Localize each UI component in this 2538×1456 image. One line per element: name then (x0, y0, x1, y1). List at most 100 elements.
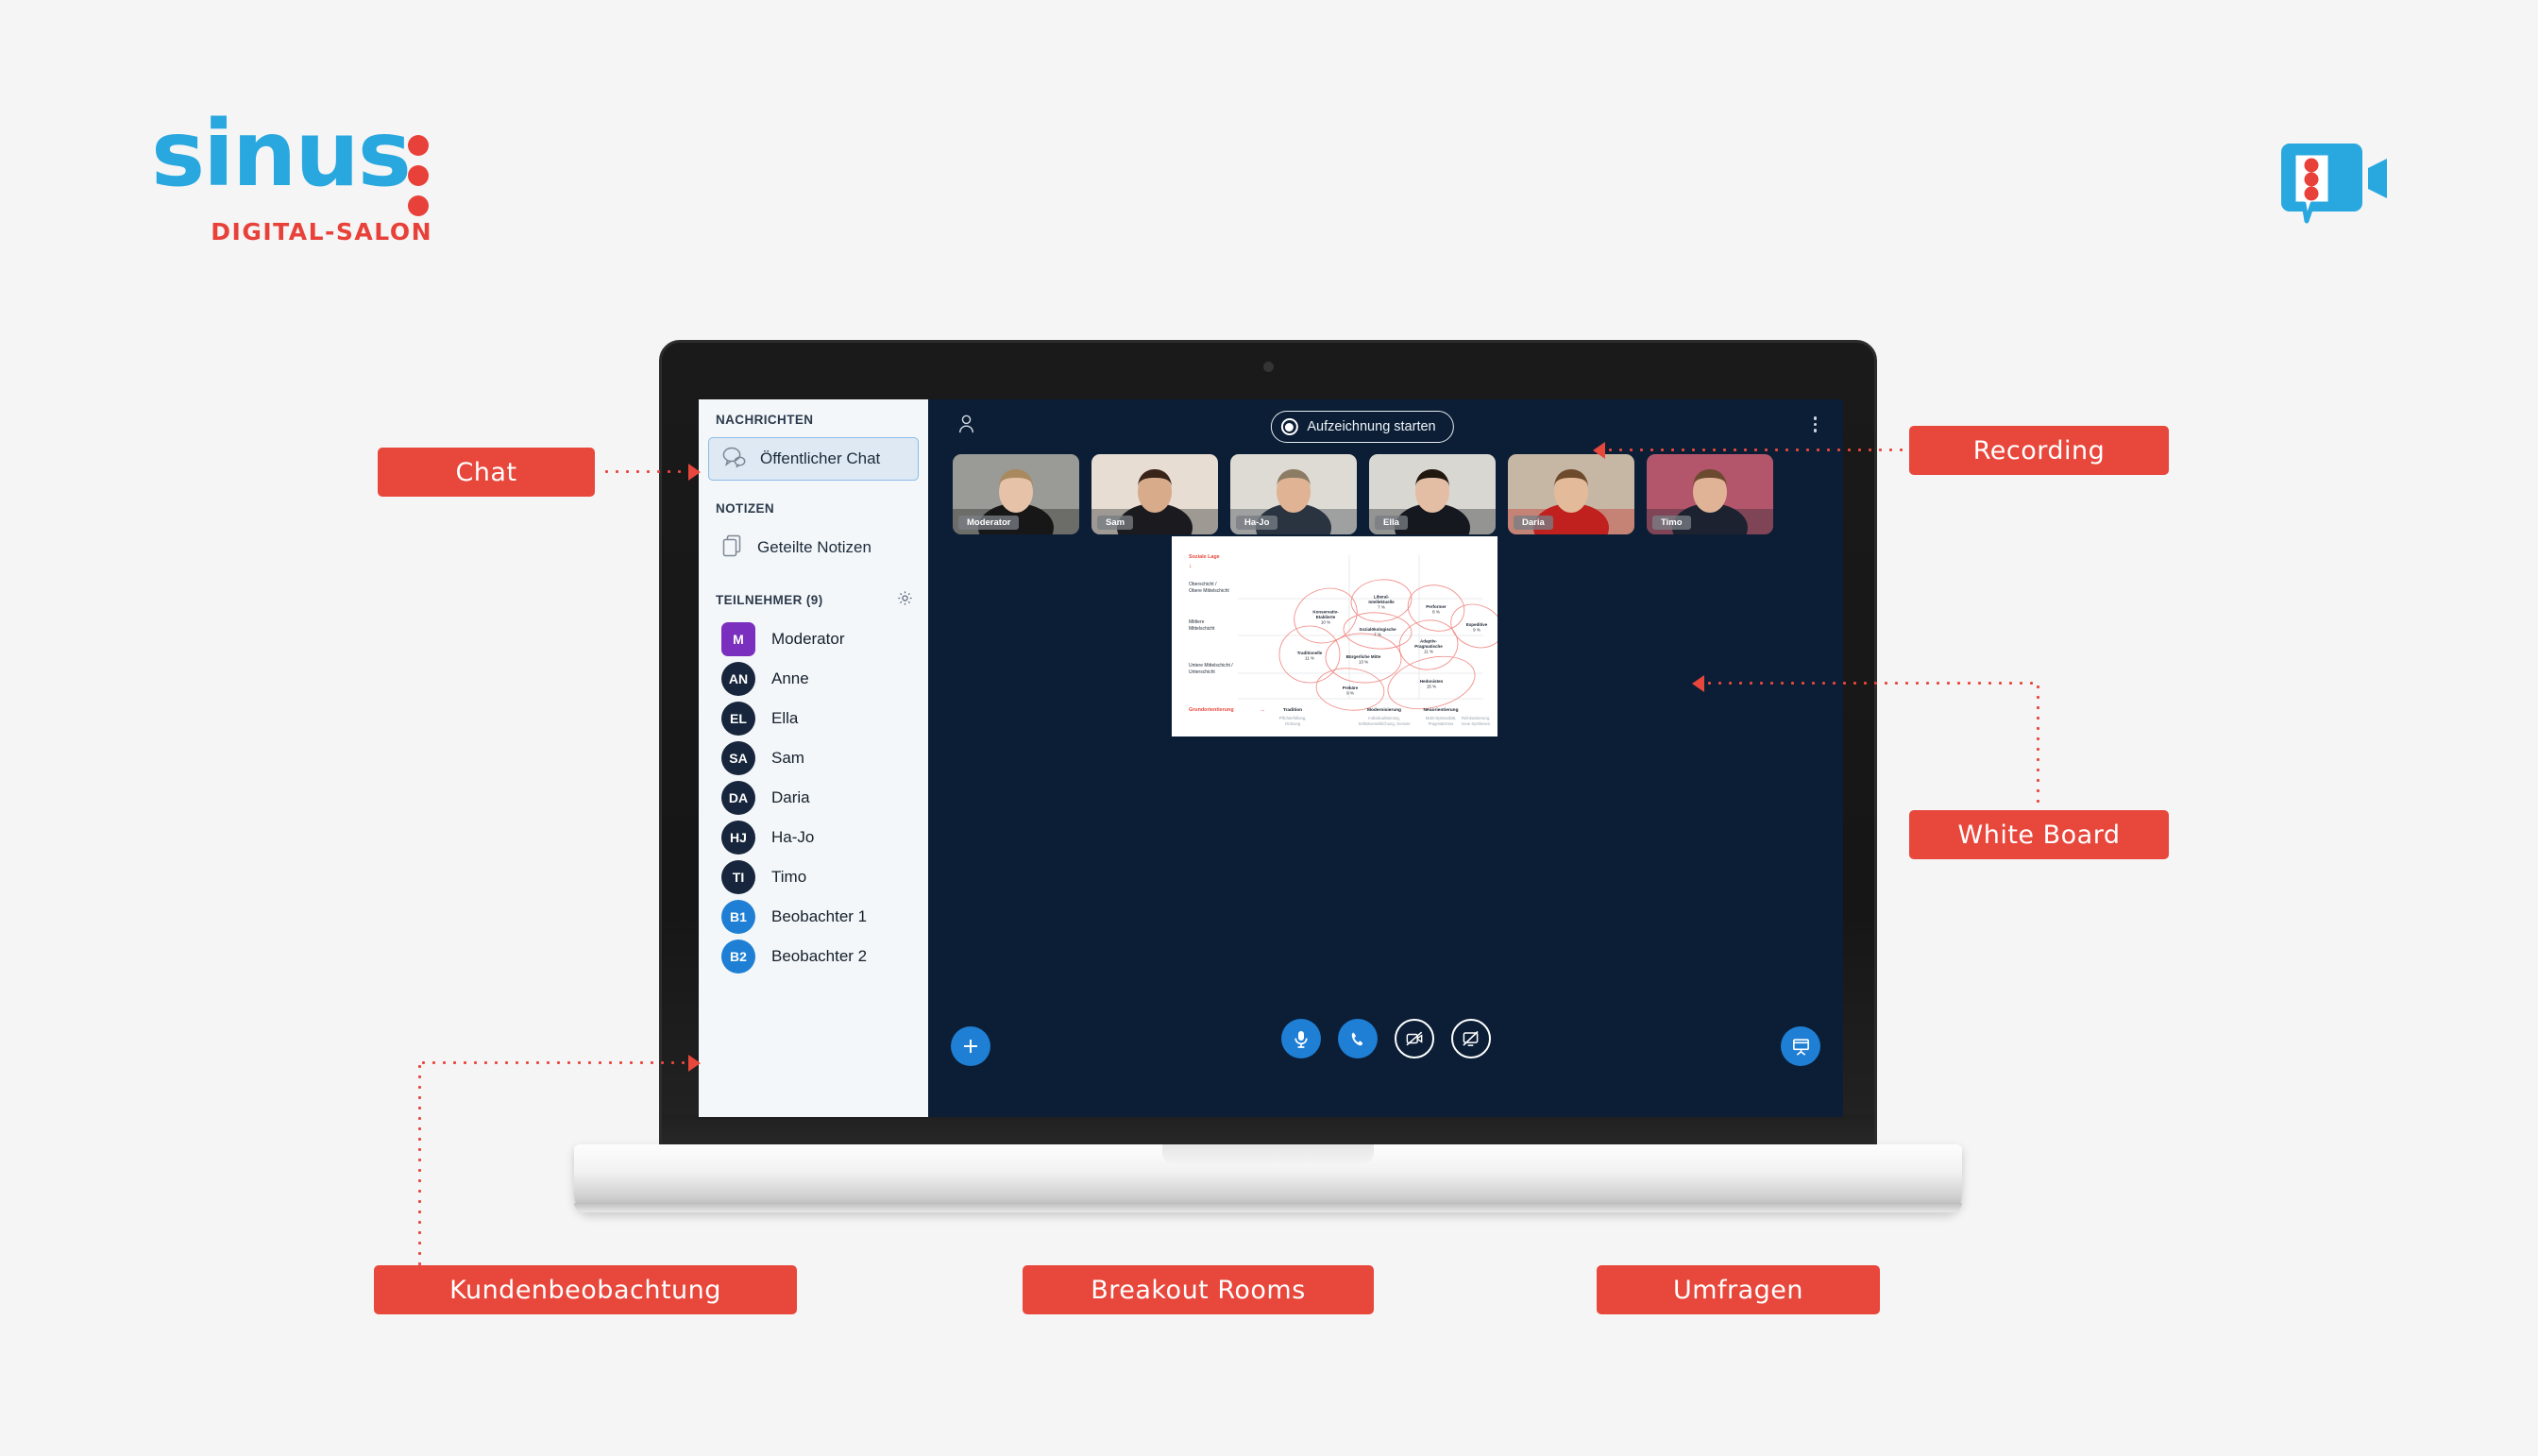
svg-text:7 %: 7 % (1378, 605, 1385, 610)
svg-text:Unterschicht: Unterschicht (1189, 669, 1215, 675)
sidebar-item-public-chat[interactable]: Öffentlicher Chat (708, 437, 919, 481)
kebab-menu-icon[interactable] (1813, 416, 1817, 432)
person-icon[interactable] (958, 415, 974, 438)
video-chat-app-icon (2277, 140, 2395, 239)
callout-recording: Recording (1909, 426, 2169, 475)
audio-button[interactable] (1337, 1019, 1378, 1058)
svg-text:Konservativ-: Konservativ- (1312, 609, 1339, 614)
video-tile[interactable]: Timo (1647, 454, 1773, 534)
svg-text:Tradition: Tradition (1283, 707, 1302, 713)
svg-text:Untere Mittelschicht /: Untere Mittelschicht / (1189, 663, 1233, 669)
svg-text:Oberschicht /: Oberschicht / (1189, 582, 1217, 587)
poster-canvas: sinus DIGITAL-SALON NACHRICHTEN Öffentli… (0, 0, 2538, 1456)
screen-share-off-button[interactable] (1450, 1019, 1491, 1058)
svg-text:10 %: 10 % (1321, 620, 1330, 625)
avatar: AN (721, 662, 755, 696)
video-strip: Moderator Sam Ha-Jo Ella Daria Timo (928, 454, 1843, 534)
logo-dots-icon (408, 135, 429, 216)
video-tile[interactable]: Sam (1091, 454, 1218, 534)
video-tile-name: Ha-Jo (1236, 516, 1278, 530)
avatar: DA (721, 781, 755, 815)
participant-name: Ella (771, 709, 799, 727)
callout-breakout-rooms: Breakout Rooms (1023, 1265, 1374, 1314)
record-dot-icon (1280, 418, 1298, 435)
avatar: B1 (721, 900, 755, 934)
participants-heading: TEILNEHMER (9) (716, 592, 823, 607)
participant-row[interactable]: HJ Ha-Jo (699, 818, 928, 857)
leader-recording (1605, 449, 1909, 451)
leader-chat (601, 470, 689, 473)
svg-text:Liberal-: Liberal- (1374, 594, 1390, 599)
svg-text:Mittlere: Mittlere (1189, 619, 1205, 625)
svg-text:Ordnung: Ordnung (1285, 721, 1301, 726)
participant-name: Ha-Jo (771, 828, 815, 846)
microphone-button[interactable] (1280, 1019, 1321, 1058)
meeting-controls (928, 1019, 1843, 1077)
callout-chat: Chat (378, 448, 595, 497)
laptop-mockup: NACHRICHTEN Öffentlicher Chat NOTIZEN Ge… (574, 340, 1962, 1212)
participant-name: Anne (771, 669, 809, 687)
participant-name: Moderator (771, 630, 845, 648)
svg-text:Neuorientierung: Neuorientierung (1423, 707, 1458, 713)
svg-text:Pragmatismus: Pragmatismus (1429, 721, 1454, 726)
participant-row[interactable]: B1 Beobachter 1 (699, 897, 928, 937)
logo-subtitle: DIGITAL-SALON (211, 218, 432, 245)
sidebar-item-label: Öffentlicher Chat (760, 449, 881, 467)
svg-text:Adaptiv-: Adaptiv- (1420, 638, 1438, 643)
participant-list: M Moderator AN Anne EL Ella SA Sam DA Daria HJ Ha-J… (699, 619, 928, 976)
messages-heading: NACHRICHTEN (716, 413, 814, 427)
svg-text:11 %: 11 % (1424, 650, 1433, 654)
video-tile[interactable]: Moderator (953, 454, 1079, 534)
svg-text:Individualisierung,: Individualisierung, (1368, 716, 1400, 720)
video-tile[interactable]: Ha-Jo (1230, 454, 1357, 534)
participant-row[interactable]: AN Anne (699, 659, 928, 699)
svg-text:15 %: 15 % (1427, 685, 1436, 689)
sidebar: NACHRICHTEN Öffentlicher Chat NOTIZEN Ge… (699, 399, 928, 1117)
add-button[interactable] (951, 1026, 990, 1066)
svg-text:Intellektuelle: Intellektuelle (1368, 600, 1395, 604)
svg-text:Etablierte: Etablierte (1316, 615, 1336, 619)
participants-heading-row: TEILNEHMER (9) (699, 590, 928, 609)
callout-label: Breakout Rooms (1091, 1275, 1306, 1305)
video-tile-name: Sam (1097, 516, 1134, 530)
callout-label: White Board (1957, 820, 2121, 850)
svg-text:Traditionelle: Traditionelle (1297, 651, 1323, 655)
webcam-icon (1263, 362, 1274, 372)
svg-text:7 %: 7 % (1374, 633, 1381, 637)
callout-label: Recording (1972, 435, 2106, 466)
callout-kundenbeobachtung: Kundenbeobachtung (374, 1265, 797, 1314)
svg-text:→: → (1260, 708, 1265, 714)
laptop-base (574, 1144, 1962, 1212)
media-controls-group (1280, 1019, 1491, 1058)
svg-text:11 %: 11 % (1305, 656, 1314, 661)
avatar: M (721, 622, 755, 656)
svg-text:Performer: Performer (1426, 604, 1447, 609)
sidebar-item-shared-notes[interactable]: Geteilte Notizen (708, 526, 919, 569)
chat-bubbles-icon (722, 447, 747, 472)
avatar: TI (721, 860, 755, 894)
whiteboard[interactable]: Soziale Lage ↓ Oberschicht / Obere Mittelsc… (1172, 536, 1497, 736)
callout-whiteboard: White Board (1909, 810, 2169, 859)
svg-text:neue Synthesen: neue Synthesen (1462, 721, 1491, 726)
participant-row[interactable]: SA Sam (699, 738, 928, 778)
svg-text:↓: ↓ (1189, 563, 1193, 569)
avatar: SA (721, 741, 755, 775)
video-tile[interactable]: Daria (1508, 454, 1634, 534)
start-recording-button[interactable]: Aufzeichnung starten (1270, 411, 1454, 443)
video-tile[interactable]: Ella (1369, 454, 1496, 534)
video-tile-name: Timo (1652, 516, 1691, 530)
participant-row[interactable]: B2 Beobachter 2 (699, 937, 928, 976)
callout-label: Chat (455, 457, 517, 487)
svg-text:9 %: 9 % (1346, 691, 1354, 696)
documents-icon (721, 533, 744, 563)
svg-text:Bürgerliche Mitte: Bürgerliche Mitte (1346, 654, 1381, 659)
participant-row[interactable]: TI Timo (699, 857, 928, 897)
svg-text:Mittelschicht: Mittelschicht (1189, 626, 1215, 632)
participant-row[interactable]: DA Daria (699, 778, 928, 818)
participant-row[interactable]: EL Ella (699, 699, 928, 738)
camera-off-button[interactable] (1394, 1019, 1434, 1058)
whiteboard-button[interactable] (1781, 1026, 1820, 1066)
gear-icon[interactable] (897, 590, 913, 609)
leader-arrow-whiteboard (1692, 675, 1704, 692)
participant-row[interactable]: M Moderator (699, 619, 928, 659)
